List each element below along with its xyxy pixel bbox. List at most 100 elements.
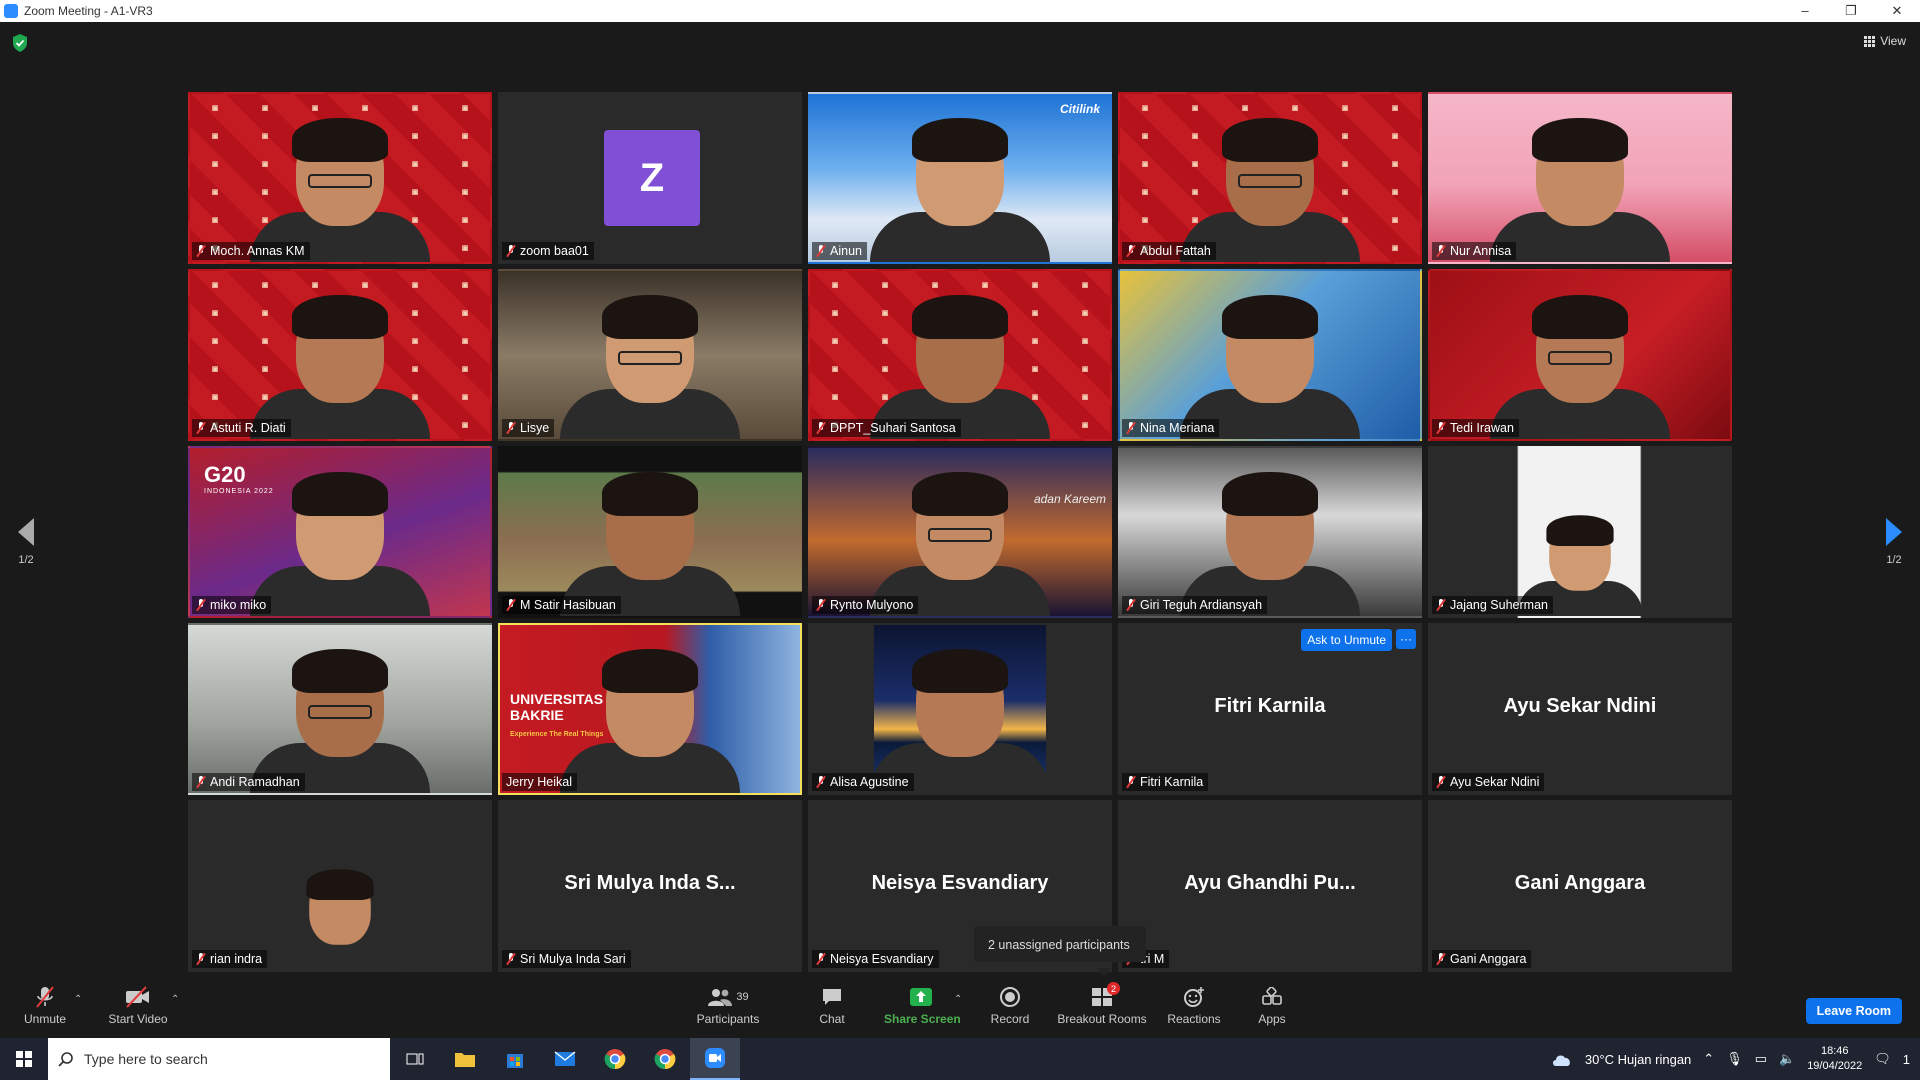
- previous-page-button[interactable]: 1/2: [18, 518, 34, 566]
- participant-tile[interactable]: Lisye: [498, 269, 802, 441]
- participant-tile[interactable]: ▣▣▣▣▣▣▣▣▣▣▣▣▣▣▣▣▣▣▣▣▣▣▣▣▣▣▣▣▣▣▣▣▣▣▣▣Astu…: [188, 269, 492, 441]
- maximize-button[interactable]: ❐: [1828, 3, 1874, 19]
- participant-nameplate: Ayu Sekar Ndini: [1432, 773, 1545, 791]
- record-icon: [1000, 987, 1020, 1007]
- reactions-button[interactable]: Reactions: [1166, 984, 1222, 1026]
- microphone-tray-icon[interactable]: 🎙: [1726, 1051, 1743, 1067]
- video-options-caret-icon[interactable]: ⌃: [171, 994, 179, 1005]
- participant-nameplate: Sri Mulya Inda Sari: [502, 950, 631, 968]
- participant-tile[interactable]: Fitri Karnila Ask to Unmute ··· Fitri Karni…: [1118, 623, 1422, 795]
- video-off-icon: [126, 986, 149, 1008]
- chrome-profile-icon[interactable]: [640, 1038, 690, 1080]
- bakrie-logo: ▣: [1081, 338, 1089, 345]
- window-titlebar: Zoom Meeting - A1-VR3 – ❐ ✕: [0, 0, 1920, 22]
- view-button[interactable]: View: [1864, 34, 1906, 48]
- participant-tile[interactable]: G20 INDONESIA 2022 miko miko: [188, 446, 492, 618]
- close-button[interactable]: ✕: [1874, 3, 1920, 19]
- participant-nameplate: Andi Ramadhan: [192, 773, 305, 791]
- notification-icon[interactable]: 🗨: [1874, 1051, 1891, 1067]
- participant-tile[interactable]: Alisa Agustine: [808, 623, 1112, 795]
- participant-nameplate: Fitri Karnila: [1122, 773, 1209, 791]
- unmute-button[interactable]: Unmute: [22, 984, 68, 1026]
- bakrie-logo: ▣: [831, 394, 839, 401]
- clock-time: 18:46: [1820, 1045, 1849, 1057]
- participant-video: [250, 472, 430, 616]
- share-screen-button[interactable]: Share Screen: [884, 984, 961, 1026]
- microphone-muted-icon: [816, 245, 826, 257]
- zoom-taskbar-icon[interactable]: [690, 1038, 740, 1080]
- participant-tile[interactable]: Giri Teguh Ardiansyah: [1118, 446, 1422, 618]
- microphone-muted-icon: [506, 953, 516, 965]
- bakrie-logo: ▣: [1081, 394, 1089, 401]
- share-options-caret-icon[interactable]: ⌃: [954, 994, 962, 1005]
- participant-tile[interactable]: Zzoom baa01: [498, 92, 802, 264]
- start-button[interactable]: [0, 1038, 48, 1080]
- participant-video: [1180, 118, 1360, 262]
- page-indicator-left: 1/2: [18, 554, 34, 566]
- participant-nameplate: Alisa Agustine: [812, 773, 914, 791]
- participant-tile[interactable]: Gani Anggara Gani Anggara: [1428, 800, 1732, 972]
- participant-tile[interactable]: ▣▣▣▣▣▣▣▣▣▣▣▣▣▣▣▣▣▣▣▣▣▣▣▣▣▣▣▣▣▣▣▣▣▣▣▣Abdu…: [1118, 92, 1422, 264]
- participant-tile[interactable]: Citilink Ainun: [808, 92, 1112, 264]
- participant-tile[interactable]: Ayu Ghandhi Pu... tri M: [1118, 800, 1422, 972]
- apps-button[interactable]: Apps: [1252, 984, 1292, 1026]
- bakrie-logo: ▣: [461, 189, 469, 196]
- bakrie-logo: ▣: [1391, 245, 1399, 252]
- bakrie-logo: ▣: [1341, 105, 1349, 112]
- chrome-icon[interactable]: [590, 1038, 640, 1080]
- security-shield-icon[interactable]: [12, 34, 28, 52]
- ask-to-unmute-button[interactable]: Ask to Unmute: [1301, 629, 1392, 651]
- weather-text[interactable]: 30°C Hujan ringan: [1585, 1052, 1691, 1067]
- participants-button[interactable]: 39 Participants: [696, 984, 760, 1026]
- bakrie-logo: ▣: [1191, 105, 1199, 112]
- participant-tile[interactable]: M Satir Hasibuan: [498, 446, 802, 618]
- participant-tile[interactable]: adan Kareem Rynto Mulyono: [808, 446, 1112, 618]
- participant-name: DPPT_Suhari Santosa: [830, 421, 956, 435]
- participant-tile[interactable]: Ayu Sekar Ndini Ayu Sekar Ndini: [1428, 623, 1732, 795]
- more-options-button[interactable]: ···: [1396, 629, 1416, 649]
- record-label: Record: [990, 1012, 1030, 1026]
- audio-options-caret-icon[interactable]: ⌃: [74, 994, 82, 1005]
- tray-chevron-icon[interactable]: ⌃: [1703, 1051, 1714, 1067]
- bakrie-logo: ▣: [1081, 366, 1089, 373]
- network-icon[interactable]: ▭: [1755, 1051, 1767, 1067]
- participant-name: Sri Mulya Inda Sari: [520, 952, 626, 966]
- bakrie-logo: ▣: [1391, 217, 1399, 224]
- microphone-muted-icon: [1126, 776, 1136, 788]
- mail-icon[interactable]: [540, 1038, 590, 1080]
- microphone-muted-icon: [36, 986, 54, 1008]
- participant-tile[interactable]: ▣▣▣▣▣▣▣▣▣▣▣▣▣▣▣▣▣▣▣▣▣▣▣▣▣▣▣▣▣▣▣▣▣▣▣▣Moch…: [188, 92, 492, 264]
- start-video-button[interactable]: Start Video: [108, 984, 168, 1026]
- record-button[interactable]: Record: [986, 984, 1034, 1026]
- participant-tile[interactable]: Sri Mulya Inda S... Sri Mulya Inda Sari: [498, 800, 802, 972]
- bakrie-logo: ▣: [1141, 217, 1149, 224]
- participant-tile[interactable]: UNIVERSITAS BAKRIE Experience The Real Thi…: [498, 623, 802, 795]
- participant-tile[interactable]: Nur Annisa: [1428, 92, 1732, 264]
- participant-tile[interactable]: ▣▣▣▣▣▣▣▣▣▣▣▣▣▣▣▣▣▣▣▣▣▣▣▣▣▣▣▣▣▣▣▣▣▣▣▣DPPT…: [808, 269, 1112, 441]
- participant-tile[interactable]: Nina Meriana: [1118, 269, 1422, 441]
- taskbar-search[interactable]: Type here to search: [48, 1038, 390, 1080]
- participant-nameplate: Nina Meriana: [1122, 419, 1220, 437]
- bakrie-logo: ▣: [461, 310, 469, 317]
- next-page-button[interactable]: 1/2: [1886, 518, 1902, 566]
- participant-tile[interactable]: Andi Ramadhan: [188, 623, 492, 795]
- participant-tile[interactable]: rian indra: [188, 800, 492, 972]
- breakout-rooms-button[interactable]: 2 Breakout Rooms: [1056, 982, 1148, 1026]
- participant-video: [1490, 295, 1670, 439]
- bakrie-logo: ▣: [1391, 105, 1399, 112]
- minimize-button[interactable]: –: [1782, 3, 1828, 19]
- leave-room-button[interactable]: Leave Room: [1805, 998, 1902, 1024]
- file-explorer-icon[interactable]: [440, 1038, 490, 1080]
- bakrie-logo: ▣: [1141, 161, 1149, 168]
- microsoft-store-icon[interactable]: [490, 1038, 540, 1080]
- volume-icon[interactable]: 🔈: [1779, 1051, 1795, 1067]
- task-view-icon[interactable]: [390, 1038, 440, 1080]
- chat-button[interactable]: Chat: [808, 984, 856, 1026]
- clock[interactable]: 18:46 19/04/2022: [1807, 1044, 1862, 1074]
- participant-name: Neisya Esvandiary: [830, 952, 934, 966]
- participant-tile[interactable]: Jajang Suherman: [1428, 446, 1732, 618]
- bakrie-logo: ▣: [461, 394, 469, 401]
- unassigned-participants-tooltip[interactable]: 2 unassigned participants: [974, 926, 1146, 962]
- bakrie-logo: ▣: [831, 338, 839, 345]
- participant-tile[interactable]: Tedi Irawan: [1428, 269, 1732, 441]
